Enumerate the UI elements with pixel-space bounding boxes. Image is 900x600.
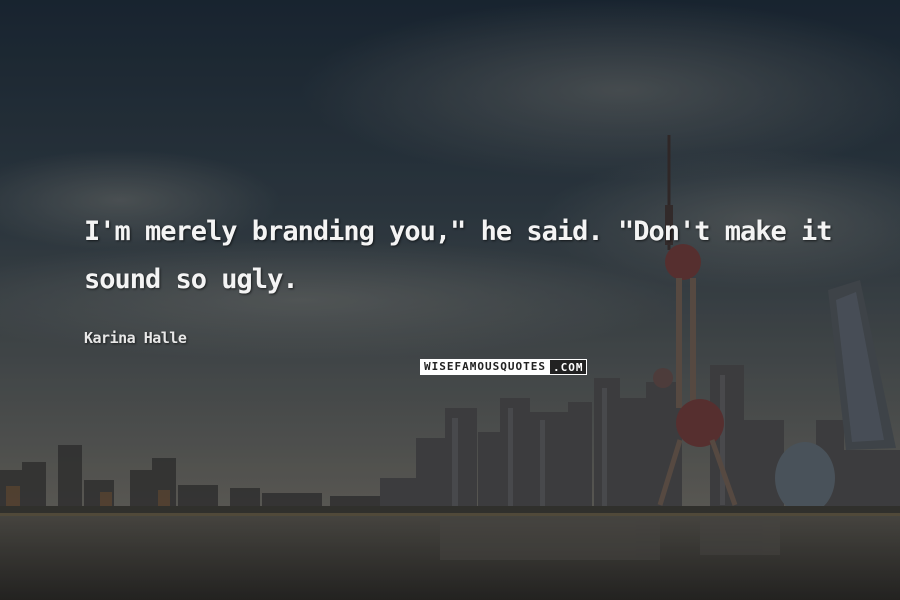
site-watermark: WISEFAMOUSQUOTES .COM (420, 359, 588, 375)
watermark-brand: WISEFAMOUSQUOTES (420, 359, 549, 375)
quote-text: I'm merely branding you," he said. "Don'… (84, 216, 833, 295)
quote-author: Karina Halle (84, 329, 187, 347)
watermark-tld: .COM (548, 359, 588, 375)
quote-image: I'm merely branding you," he said. "Don'… (0, 0, 900, 600)
